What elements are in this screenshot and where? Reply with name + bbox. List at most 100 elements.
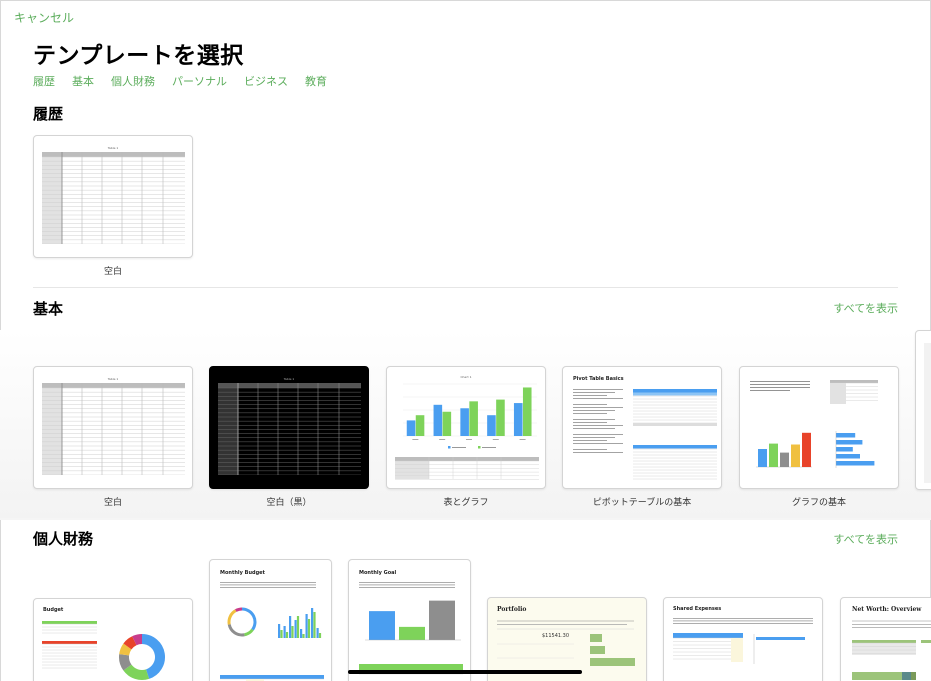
header-row bbox=[218, 383, 361, 388]
budget-bar bbox=[283, 626, 286, 638]
goal-bar bbox=[429, 600, 455, 640]
show-all-basic-link[interactable]: すべてを表示 bbox=[833, 300, 898, 316]
stacked-bar-b bbox=[902, 672, 911, 680]
column-bar bbox=[758, 449, 767, 467]
template-thumb-blank-dark[interactable]: Table 1 bbox=[209, 366, 369, 489]
template-thumb-table-chart[interactable]: Chart 1 bbox=[386, 366, 546, 489]
budget-bar bbox=[294, 620, 297, 638]
text-line bbox=[573, 437, 615, 438]
category-tab-personal-finance[interactable]: 個人財務 bbox=[111, 73, 155, 89]
budget-bar bbox=[311, 608, 314, 638]
actual-bar bbox=[302, 634, 305, 638]
shared-expenses-preview bbox=[673, 618, 813, 664]
text-line bbox=[359, 582, 455, 583]
template-thumb-shared-expenses[interactable]: Shared Expenses bbox=[663, 597, 823, 681]
legend-swatch bbox=[478, 446, 481, 449]
budget-bar bbox=[300, 629, 303, 638]
x-tick-label bbox=[519, 439, 526, 440]
actual-bar bbox=[280, 630, 283, 638]
template-thumb-budget[interactable]: Budget bbox=[33, 598, 193, 681]
table-header-col bbox=[830, 383, 846, 404]
actual-bar bbox=[285, 632, 289, 638]
table-header bbox=[395, 457, 539, 461]
template-thumb-portfolio[interactable]: Portfolio $11541.30 bbox=[487, 597, 647, 681]
column-bar bbox=[791, 444, 800, 467]
template-thumb-pivot[interactable]: Pivot Table Basics bbox=[562, 366, 722, 489]
donut-segment bbox=[227, 609, 237, 625]
template-thumb-charts[interactable] bbox=[739, 366, 899, 489]
category-tab-history[interactable]: 履歴 bbox=[33, 73, 55, 89]
stacked-bar-c bbox=[911, 672, 916, 680]
actual-bar bbox=[291, 626, 294, 638]
text-line bbox=[573, 449, 607, 450]
text-line bbox=[750, 381, 810, 382]
category-tab-personal[interactable]: パーソナル bbox=[172, 73, 227, 89]
partial-grid-bg bbox=[924, 343, 931, 483]
donut-segment bbox=[141, 634, 165, 679]
donut-segment bbox=[123, 636, 137, 650]
cancel-button[interactable]: キャンセル bbox=[14, 9, 74, 26]
donut-segment bbox=[244, 628, 254, 637]
second-table-header bbox=[921, 640, 931, 643]
table-header-col bbox=[395, 461, 429, 479]
template-label: 空白 bbox=[103, 267, 122, 277]
charts-preview bbox=[750, 380, 878, 468]
text-line bbox=[573, 398, 623, 399]
thumb-inner-title: Chart 1 bbox=[460, 375, 472, 379]
chart-bar bbox=[469, 401, 478, 436]
blank-sheet-grid bbox=[42, 383, 185, 475]
template-thumb-partial[interactable] bbox=[915, 330, 931, 490]
thumb-inner-title: Portfolio bbox=[497, 606, 527, 613]
category-tab-education[interactable]: 教育 bbox=[305, 73, 327, 89]
text-line bbox=[573, 392, 615, 393]
budget-preview bbox=[42, 621, 165, 680]
section-title-finance: 個人財務 bbox=[33, 530, 94, 548]
template-thumb-monthly-goal[interactable]: Monthly Goal bbox=[348, 559, 471, 681]
show-all-finance-link[interactable]: すべてを表示 bbox=[833, 531, 898, 547]
money-out-header bbox=[42, 641, 97, 644]
column-bar bbox=[802, 432, 811, 467]
text-line bbox=[573, 410, 615, 411]
template-label: 表とグラフ bbox=[443, 498, 489, 508]
text-line bbox=[673, 623, 813, 624]
header-row bbox=[42, 152, 185, 157]
text-line bbox=[359, 587, 455, 588]
text-line bbox=[573, 419, 615, 420]
template-thumb-net-worth[interactable]: Net Worth: Overview bbox=[840, 597, 931, 681]
goal-bar bbox=[399, 626, 425, 640]
column-bar bbox=[769, 443, 778, 467]
section-separator bbox=[0, 518, 931, 520]
actual-bar bbox=[318, 633, 322, 638]
template-thumb-blank-history[interactable]: Table 1 bbox=[33, 135, 193, 258]
text-line bbox=[573, 440, 607, 441]
chart-bar bbox=[522, 387, 532, 436]
text-line bbox=[220, 587, 316, 588]
actual-bar bbox=[307, 619, 311, 638]
text-line bbox=[573, 428, 615, 429]
thumb-inner-title: Monthly Goal bbox=[359, 570, 397, 576]
template-thumb-blank[interactable]: Table 1 bbox=[33, 366, 193, 489]
summary-header bbox=[220, 675, 324, 679]
header-column bbox=[42, 388, 62, 475]
thumb-inner-title: Table 1 bbox=[107, 377, 119, 381]
category-tab-business[interactable]: ビジネス bbox=[244, 73, 288, 89]
actual-bar bbox=[296, 616, 300, 638]
budget-bar bbox=[278, 624, 281, 638]
portfolio-bar bbox=[590, 634, 602, 642]
category-tab-basic[interactable]: 基本 bbox=[72, 73, 94, 89]
text-line bbox=[573, 413, 607, 414]
chart-bar bbox=[406, 420, 416, 436]
text-line bbox=[573, 425, 623, 426]
donut-segment bbox=[132, 634, 143, 646]
portfolio-bar bbox=[590, 658, 635, 666]
header-column bbox=[42, 157, 62, 244]
chart-bar bbox=[487, 415, 496, 436]
section-divider bbox=[33, 287, 898, 288]
bar-chart-bar bbox=[836, 454, 860, 459]
template-thumb-monthly-budget[interactable]: Monthly Budget bbox=[209, 559, 332, 681]
table-chart-preview bbox=[395, 383, 539, 480]
bar-chart-bar bbox=[836, 461, 875, 466]
blank-sheet-grid-partial bbox=[924, 343, 931, 483]
text-line bbox=[573, 407, 623, 408]
net-worth-preview bbox=[852, 620, 931, 680]
